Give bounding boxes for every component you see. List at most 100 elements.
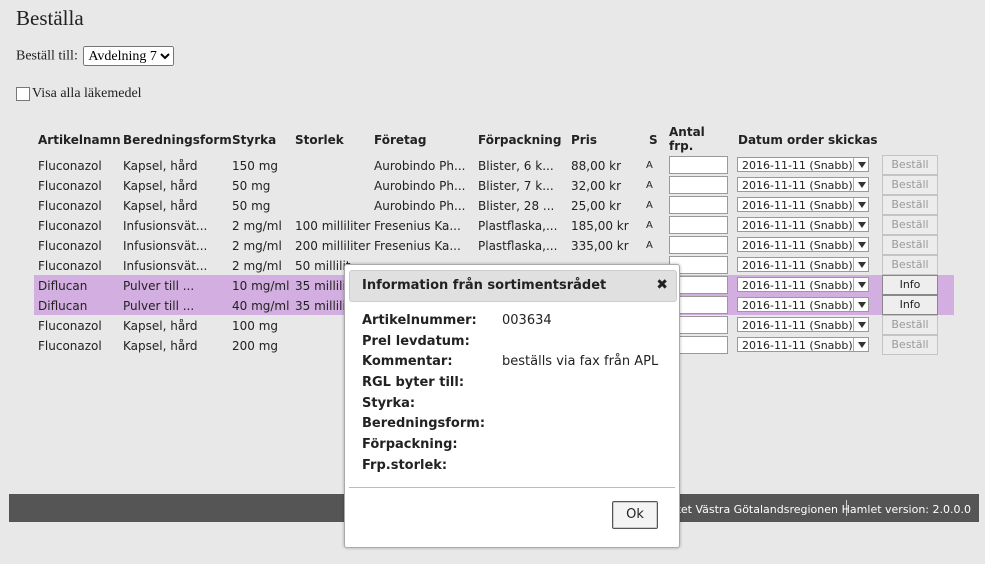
cell-name: Fluconazol — [38, 319, 102, 333]
cell-form: Kapsel, hård — [123, 339, 198, 353]
order-date-select[interactable]: 2016-11-11 (Snabb) — [737, 217, 869, 232]
cell-name: Fluconazol — [38, 179, 102, 193]
chevron-down-icon — [858, 262, 866, 268]
cell-strength: 2 mg/ml — [232, 239, 282, 253]
chevron-down-icon — [858, 242, 866, 248]
cell-pack: Blister, 7 k... — [478, 179, 554, 193]
info-button[interactable]: Info — [882, 275, 938, 295]
table-row: Fluconazol Infusionsvät... 2 mg/ml 100 mill… — [34, 215, 954, 235]
show-all-row: Visa alla läkemedel — [16, 86, 142, 102]
cell-strength: 10 mg/ml — [232, 279, 290, 293]
cell-s: A — [646, 180, 653, 191]
chevron-down-icon — [858, 342, 866, 348]
chevron-down-icon — [858, 222, 866, 228]
order-button[interactable]: Beställ — [882, 215, 938, 235]
dropdown-arrow-box — [853, 338, 868, 351]
order-to-label: Beställ till: — [16, 48, 78, 64]
info-dialog: Information från sortimentsrådet ✖ Artik… — [344, 264, 680, 548]
dropdown-arrow-box — [853, 258, 868, 271]
cell-form: Kapsel, hård — [123, 199, 198, 213]
cell-name: Fluconazol — [38, 199, 102, 213]
order-date-value: 2016-11-11 (Snabb) — [742, 159, 853, 172]
cell-pack: Blister, 28 ... — [478, 199, 555, 213]
cell-name: Diflucan — [38, 299, 88, 313]
chevron-down-icon — [858, 302, 866, 308]
quantity-input[interactable] — [669, 156, 728, 174]
dialog-divider — [349, 487, 675, 488]
order-date-value: 2016-11-11 (Snabb) — [742, 259, 853, 272]
table-row: Fluconazol Kapsel, hård 150 mg Aurobindo Ph… — [34, 155, 954, 175]
header-package: Förpackning — [478, 133, 562, 147]
cell-form: Kapsel, hård — [123, 159, 198, 173]
cell-pack: Blister, 6 k... — [478, 159, 554, 173]
dialog-title: Information från sortimentsrådet — [362, 278, 607, 293]
cell-size: 200 milliliter — [295, 239, 371, 253]
table-row: Fluconazol Kapsel, hård 50 mg Aurobindo Ph.… — [34, 175, 954, 195]
info-button[interactable]: Info — [882, 295, 938, 315]
cell-form: Kapsel, hård — [123, 179, 198, 193]
cell-s: A — [646, 200, 653, 211]
quantity-input[interactable] — [669, 216, 728, 234]
close-icon[interactable]: ✖ — [656, 277, 668, 293]
order-date-select[interactable]: 2016-11-11 (Snabb) — [737, 317, 869, 332]
order-date-value: 2016-11-11 (Snabb) — [742, 279, 853, 292]
order-date-select[interactable]: 2016-11-11 (Snabb) — [737, 157, 869, 172]
table-row: Fluconazol Infusionsvät... 2 mg/ml 200 mill… — [34, 235, 954, 255]
chevron-down-icon — [858, 322, 866, 328]
chevron-down-icon — [858, 182, 866, 188]
header-order-date: Datum order skickas — [738, 133, 878, 147]
order-date-value: 2016-11-11 (Snabb) — [742, 179, 853, 192]
quantity-input[interactable] — [669, 236, 728, 254]
order-button[interactable]: Beställ — [882, 315, 938, 335]
dropdown-arrow-box — [853, 178, 868, 191]
order-date-select[interactable]: 2016-11-11 (Snabb) — [737, 237, 869, 252]
field-value-comment: beställs via fax från APL — [502, 354, 659, 369]
header-strength: Styrka — [232, 133, 277, 147]
order-date-select[interactable]: 2016-11-11 (Snabb) — [737, 277, 869, 292]
cell-form: Pulver till ... — [123, 279, 195, 293]
footer-org: oteket Västra Götalandsregionen — [657, 503, 838, 516]
cell-pack: Plastflaska,... — [478, 239, 558, 253]
cell-strength: 50 mg — [232, 199, 271, 213]
dropdown-arrow-box — [853, 318, 868, 331]
chevron-down-icon — [858, 202, 866, 208]
order-button[interactable]: Beställ — [882, 235, 938, 255]
order-button[interactable]: Beställ — [882, 335, 938, 355]
field-label-article-number: Artikelnummer: — [362, 313, 477, 328]
order-date-select[interactable]: 2016-11-11 (Snabb) — [737, 177, 869, 192]
order-date-select[interactable]: 2016-11-11 (Snabb) — [737, 197, 869, 212]
ok-button[interactable]: Ok — [612, 501, 658, 529]
field-label-comment: Kommentar: — [362, 354, 453, 369]
cell-price: 88,00 kr — [571, 159, 622, 173]
dialog-header: Information från sortimentsrådet ✖ — [349, 270, 677, 302]
order-date-select[interactable]: 2016-11-11 (Snabb) — [737, 297, 869, 312]
order-to-select[interactable]: Avdelning 7 — [83, 46, 175, 66]
order-date-select[interactable]: 2016-11-11 (Snabb) — [737, 337, 869, 352]
cell-price: 185,00 kr — [571, 219, 629, 233]
table-row: Fluconazol Kapsel, hård 50 mg Aurobindo Ph.… — [34, 195, 954, 215]
field-label-prel-delivery: Prel levdatum: — [362, 334, 470, 349]
order-button[interactable]: Beställ — [882, 195, 938, 215]
cell-strength: 150 mg — [232, 159, 279, 173]
dropdown-arrow-box — [853, 278, 868, 291]
show-all-label: Visa alla läkemedel — [32, 86, 142, 101]
order-button[interactable]: Beställ — [882, 255, 938, 275]
cell-company: Aurobindo Ph... — [374, 179, 466, 193]
order-date-value: 2016-11-11 (Snabb) — [742, 339, 853, 352]
cell-name: Fluconazol — [38, 339, 102, 353]
cell-name: Fluconazol — [38, 219, 102, 233]
field-label-strength: Styrka: — [362, 396, 416, 411]
field-value-article-number: 003634 — [502, 313, 552, 328]
cell-name: Diflucan — [38, 279, 88, 293]
order-button[interactable]: Beställ — [882, 155, 938, 175]
quantity-input[interactable] — [669, 176, 728, 194]
dropdown-arrow-box — [853, 218, 868, 231]
order-button[interactable]: Beställ — [882, 175, 938, 195]
quantity-input[interactable] — [669, 196, 728, 214]
dropdown-arrow-box — [853, 238, 868, 251]
order-date-select[interactable]: 2016-11-11 (Snabb) — [737, 257, 869, 272]
chevron-down-icon — [858, 162, 866, 168]
cell-company: Fresenius Ka... — [374, 219, 461, 233]
cell-s: A — [646, 160, 653, 171]
show-all-checkbox[interactable] — [16, 87, 30, 101]
